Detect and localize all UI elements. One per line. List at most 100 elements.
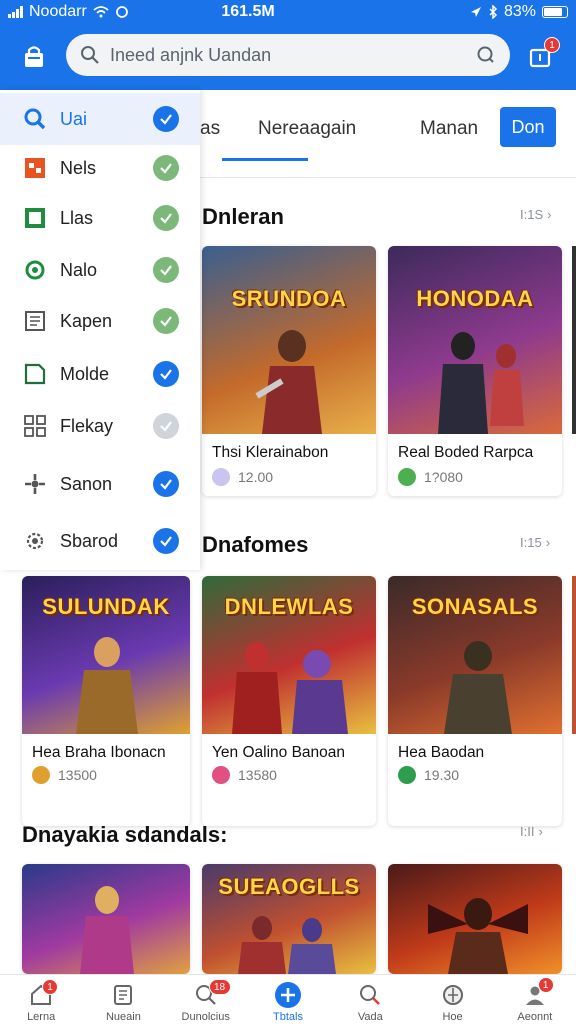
calendar-icon bbox=[109, 981, 137, 1009]
check-icon[interactable] bbox=[153, 413, 179, 439]
game-card[interactable] bbox=[22, 864, 190, 974]
game-downloads: 13580 bbox=[238, 767, 277, 783]
check-icon[interactable] bbox=[153, 205, 179, 231]
section-title: Dnayakia sdandals: bbox=[22, 822, 228, 847]
game-cover-image bbox=[22, 864, 190, 974]
check-icon[interactable] bbox=[153, 361, 179, 387]
game-card[interactable] bbox=[388, 864, 562, 974]
check-icon[interactable] bbox=[153, 528, 179, 554]
game-title: Hea Baodan bbox=[398, 744, 485, 761]
sidebar-item-6[interactable]: Molde bbox=[0, 348, 200, 400]
notifications-button[interactable]: 1 bbox=[522, 37, 560, 75]
cover-title: SRUNDOA bbox=[231, 286, 347, 311]
cover-title: DNLEWLAS bbox=[224, 594, 354, 619]
nav-item-account[interactable]: 1 Aeonnt bbox=[494, 975, 576, 1024]
section-title: Dnleran bbox=[202, 204, 284, 229]
sidebar-item-label: Nels bbox=[60, 157, 97, 178]
developer-icon bbox=[398, 468, 416, 486]
sidebar-item-label: Uai bbox=[60, 108, 88, 129]
check-icon[interactable] bbox=[153, 106, 179, 132]
nav-badge: 1 bbox=[42, 979, 58, 995]
magnify-icon bbox=[356, 981, 384, 1009]
next-card-peek bbox=[572, 246, 576, 434]
nav-item-explore[interactable]: Vada bbox=[329, 975, 411, 1024]
nav-item-search[interactable]: 18 Dunolcius bbox=[165, 975, 247, 1024]
bluetooth-icon bbox=[489, 5, 498, 19]
see-more-label: I:II bbox=[520, 824, 535, 839]
check-icon[interactable] bbox=[153, 257, 179, 283]
cover-title: SONASALS bbox=[411, 594, 539, 619]
check-icon[interactable] bbox=[153, 308, 179, 334]
cover-title: HONODAA bbox=[416, 286, 534, 311]
cover-title: SULUNDAK bbox=[42, 594, 170, 619]
nav-badge: 1 bbox=[537, 977, 554, 993]
clock: 161.5M bbox=[221, 3, 275, 20]
sidebar-item-4[interactable]: Nalo bbox=[0, 244, 200, 296]
battery-percent: 83% bbox=[503, 3, 536, 20]
tab-1[interactable]: as bbox=[200, 118, 220, 140]
sidebar-item-8[interactable]: Sanon bbox=[0, 458, 200, 510]
add-icon bbox=[274, 981, 302, 1009]
game-cover-image: SONASALS bbox=[388, 576, 562, 734]
section-title: Dnafomes bbox=[202, 532, 309, 557]
cover-title: SUEAOGLLS bbox=[218, 874, 360, 899]
sidebar-item-label: Kapen bbox=[60, 310, 113, 331]
search-placeholder: Ineed anjnk Uandan bbox=[110, 44, 272, 65]
developer-icon bbox=[212, 468, 230, 486]
game-cover-image: DNLEWLAS bbox=[202, 576, 376, 734]
game-cover-image: SUEAOGLLS bbox=[202, 864, 376, 974]
globe-icon bbox=[439, 981, 467, 1009]
game-title: Thsi Klerainabon bbox=[212, 444, 329, 461]
developer-icon bbox=[32, 766, 50, 784]
sidebar-item-3[interactable]: Llas bbox=[0, 192, 200, 244]
see-more-label: I:1S bbox=[520, 207, 544, 222]
search-input[interactable]: Ineed anjnk Uandan bbox=[66, 34, 510, 76]
search-icon bbox=[81, 46, 99, 64]
sidebar-item-2[interactable]: Nels bbox=[0, 142, 200, 194]
wifi-icon bbox=[93, 6, 109, 18]
nav-item-globe[interactable]: Hoe bbox=[411, 975, 493, 1024]
sidebar-item-9[interactable]: Sbarod bbox=[0, 515, 200, 567]
game-downloads: 13500 bbox=[58, 767, 97, 783]
bottom-navigation: 1 Lerna Nueain 18 Dunolcius Tbtals Vada … bbox=[0, 974, 576, 1024]
notification-badge: 1 bbox=[544, 37, 560, 53]
nav-item-calendar[interactable]: Nueain bbox=[82, 975, 164, 1024]
sidebar-item-label: Nalo bbox=[60, 259, 98, 280]
game-title: Yen Oalino Banoan bbox=[212, 744, 346, 761]
game-card[interactable]: SULUNDAK Hea Braha Ibonacn 13500 bbox=[22, 576, 190, 826]
check-icon[interactable] bbox=[153, 471, 179, 497]
sidebar-item-5[interactable]: Kapen bbox=[0, 295, 200, 347]
sidebar-item-7[interactable]: Flekay bbox=[0, 400, 200, 452]
sidebar-item-label: Sbarod bbox=[60, 530, 119, 551]
app-bar: Ineed anjnk Uandan 1 bbox=[0, 24, 576, 90]
game-card[interactable]: SUEAOGLLS bbox=[202, 864, 376, 974]
check-icon[interactable] bbox=[153, 155, 179, 181]
see-more-link[interactable]: I:1S › bbox=[520, 207, 551, 222]
filter-sidebar: Uai Nels Llas Nalo Kapen Molde Flekay Sa… bbox=[0, 90, 200, 570]
nav-label: Lerna bbox=[27, 1011, 56, 1023]
game-cover-image: SRUNDOA bbox=[202, 246, 376, 434]
game-cover-image bbox=[388, 864, 562, 974]
game-cover-image: SULUNDAK bbox=[22, 576, 190, 734]
voice-search-icon[interactable] bbox=[476, 45, 496, 65]
search-icon bbox=[22, 106, 48, 132]
nav-item-add[interactable]: Tbtals bbox=[247, 975, 329, 1024]
nav-label: Aeonnt bbox=[517, 1011, 553, 1023]
tab-3[interactable]: Manan bbox=[420, 118, 478, 140]
sidebar-item-1[interactable]: Uai bbox=[0, 93, 200, 145]
nav-label: Tbtals bbox=[273, 1011, 303, 1023]
see-more-link[interactable]: I:15 › bbox=[520, 535, 550, 550]
game-card[interactable]: HONODAA Real Boded Rarpca 1?080 bbox=[388, 246, 562, 496]
done-button[interactable]: Don bbox=[500, 107, 556, 147]
game-card[interactable]: SRUNDOA Thsi Klerainabon 12.00 bbox=[202, 246, 376, 496]
chevron-right-icon: › bbox=[538, 824, 543, 839]
game-card[interactable]: SONASALS Hea Baodan 19.30 bbox=[388, 576, 562, 826]
store-button[interactable] bbox=[16, 39, 52, 75]
game-downloads: 19.30 bbox=[424, 767, 460, 783]
see-more-link[interactable]: I:II › bbox=[520, 824, 543, 839]
game-downloads: 1?080 bbox=[424, 469, 463, 485]
grid-icon bbox=[22, 155, 48, 181]
tab-2[interactable]: Nereaagain bbox=[258, 118, 356, 140]
nav-item-home[interactable]: 1 Lerna bbox=[0, 975, 82, 1024]
game-card[interactable]: DNLEWLAS Yen Oalino Banoan 13580 bbox=[202, 576, 376, 826]
